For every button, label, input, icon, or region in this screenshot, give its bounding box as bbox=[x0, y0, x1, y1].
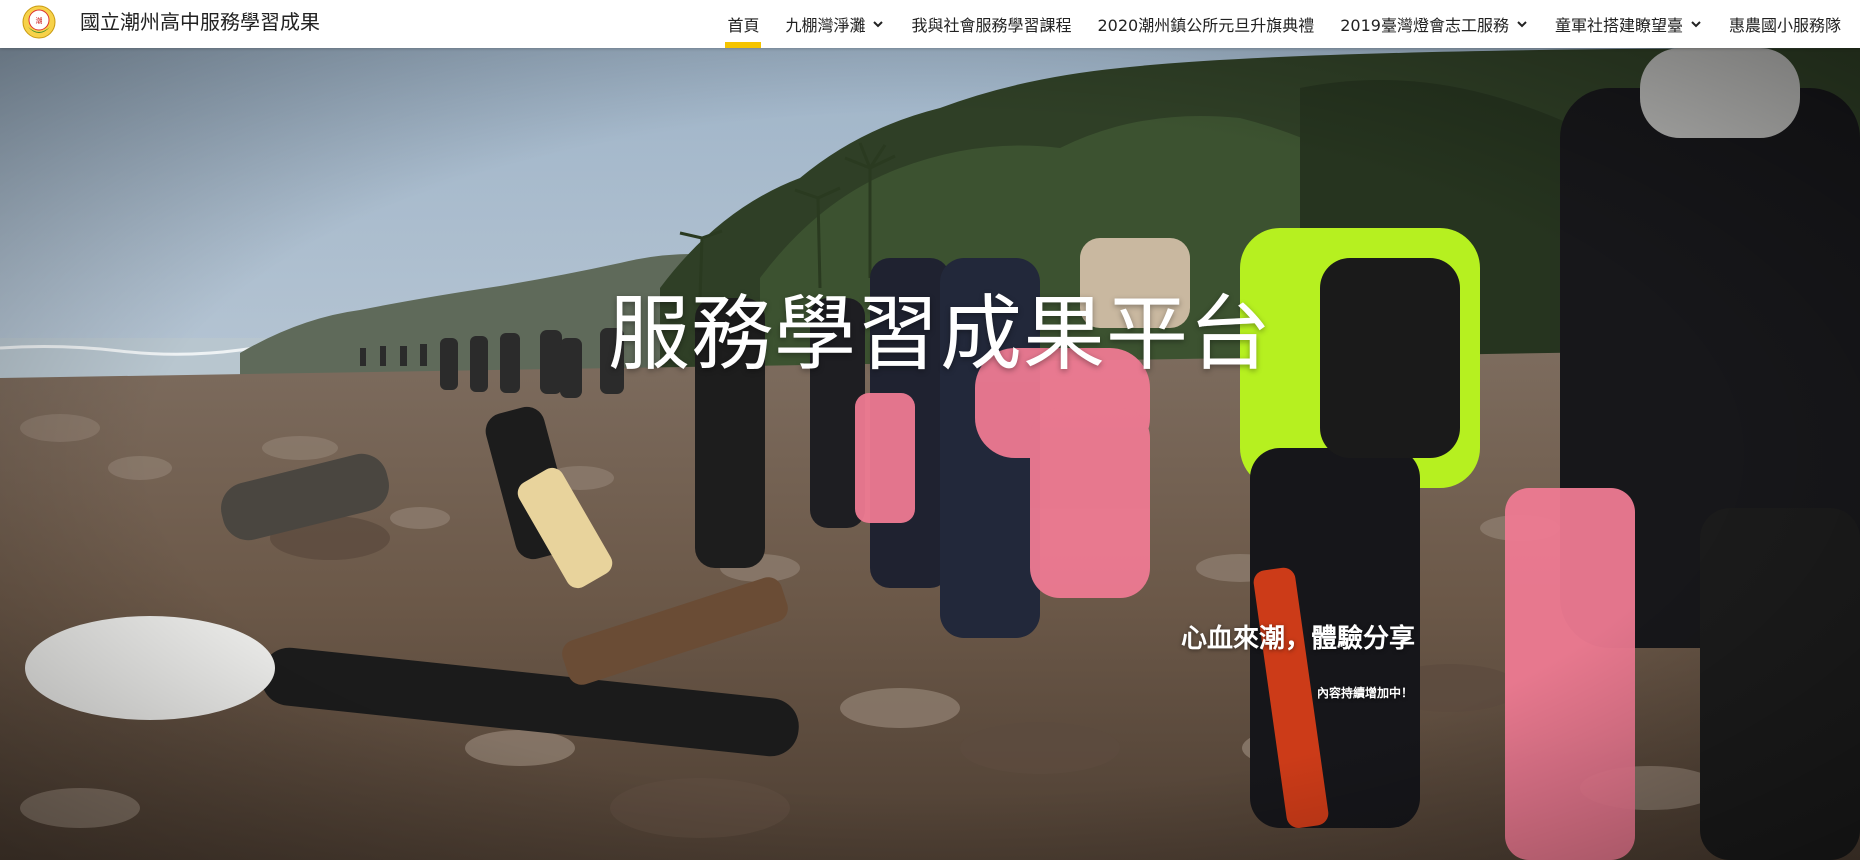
nav-item-label: 2019臺灣燈會志工服務 bbox=[1340, 16, 1509, 35]
hero-subtitle: 心血來潮，體驗分享 bbox=[1180, 624, 1415, 654]
nav-item-new-year-flag-ceremony[interactable]: 2020潮州鎮公所元旦升旗典禮 bbox=[1085, 0, 1328, 48]
nav-item-huinong-elementary-team[interactable]: 惠農國小服務隊 bbox=[1716, 0, 1854, 48]
hero-background-photo bbox=[0, 48, 1860, 860]
nav-item-label: 2020潮州鎮公所元旦升旗典禮 bbox=[1097, 16, 1315, 35]
nav-item-lantern-festival-volunteer[interactable]: 2019臺灣燈會志工服務 bbox=[1327, 0, 1542, 48]
top-navigation-bar: 潮 國立潮州高中服務學習成果 首頁 九棚灣淨灘 我與社會服務學習課程 2020潮… bbox=[0, 0, 1860, 48]
svg-text:潮: 潮 bbox=[36, 16, 43, 25]
nav-item-social-service-course[interactable]: 我與社會服務學習課程 bbox=[898, 0, 1084, 48]
site-title[interactable]: 國立潮州高中服務學習成果 bbox=[80, 10, 320, 34]
main-nav: 首頁 九棚灣淨灘 我與社會服務學習課程 2020潮州鎮公所元旦升旗典禮 2019… bbox=[714, 0, 1854, 48]
hero-title: 服務學習成果平台 bbox=[607, 287, 1272, 382]
nav-item-scout-watchtower[interactable]: 童軍社搭建瞭望臺 bbox=[1542, 0, 1716, 48]
hero-banner: 服務學習成果平台 心血來潮，體驗分享 內容持續增加中！ bbox=[0, 48, 1860, 860]
nav-item-label: 我與社會服務學習課程 bbox=[911, 16, 1072, 35]
nav-item-jiupeng-beach-cleanup[interactable]: 九棚灣淨灘 bbox=[772, 0, 898, 48]
chevron-down-icon bbox=[1691, 21, 1701, 28]
school-emblem-icon[interactable]: 潮 bbox=[22, 5, 56, 39]
nav-item-label: 童軍社搭建瞭望臺 bbox=[1554, 16, 1683, 35]
nav-item-home[interactable]: 首頁 bbox=[714, 0, 772, 48]
chevron-down-icon bbox=[1517, 21, 1527, 28]
hero-note: 內容持續增加中！ bbox=[1316, 686, 1413, 700]
nav-item-label: 首頁 bbox=[727, 16, 760, 35]
nav-item-label: 九棚灣淨灘 bbox=[785, 16, 866, 35]
nav-item-label: 惠農國小服務隊 bbox=[1728, 16, 1841, 35]
chevron-down-icon bbox=[873, 21, 884, 28]
